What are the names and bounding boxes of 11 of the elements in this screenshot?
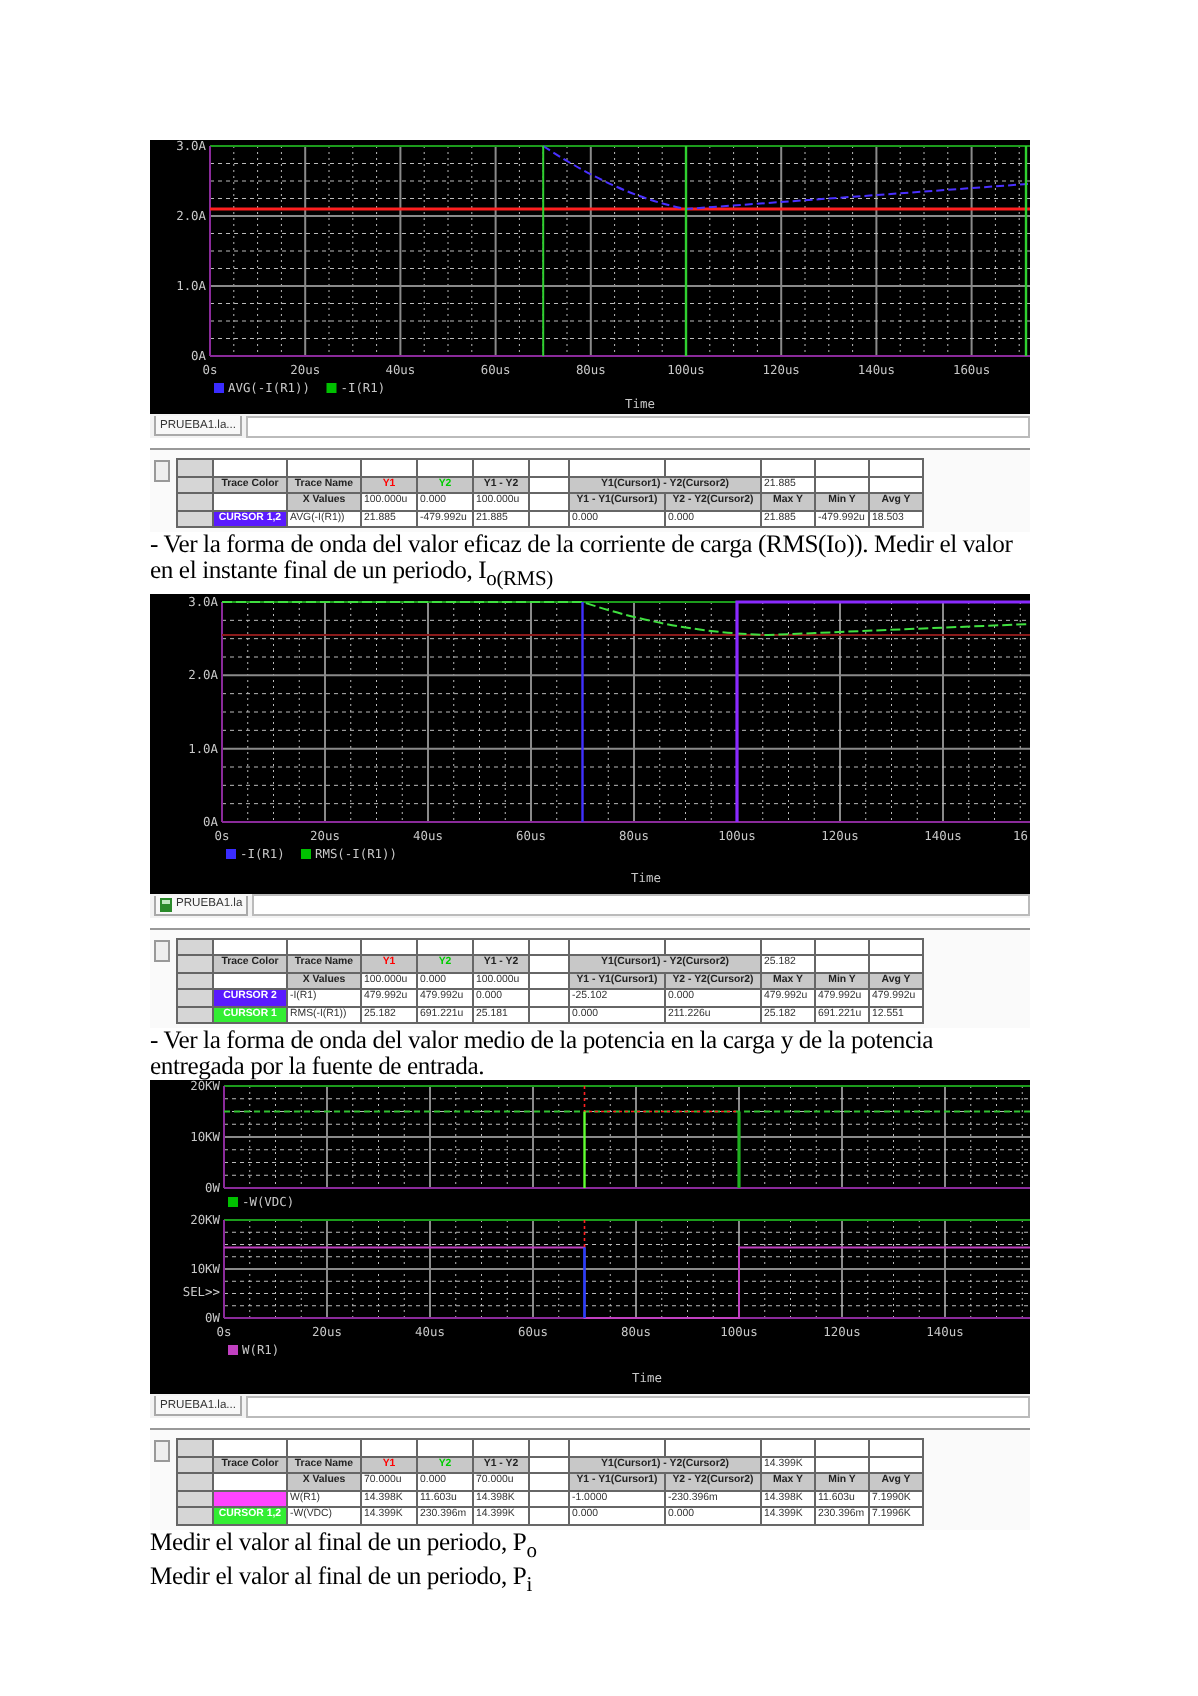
text-field[interactable] (246, 415, 1030, 437)
scroll-arrows-icon[interactable] (154, 460, 170, 482)
paragraph-text: Medir el valor al final de un periodo, P$_{o}$ (150, 1529, 539, 1565)
text-field[interactable] (246, 1395, 1030, 1418)
paragraph-text: - Ver la forma de onda del valor medio de la potencia en la carga y de la potencia entregada por la fuente de entrada. (150, 1028, 936, 1081)
paragraph-text: - Ver la forma de onda del valor eficaz de la corriente de carga (RMS(Io)). Medir el valor en el instante final de un periodo, I$_{o(RMS)}$ (150, 532, 1015, 594)
scroll-arrows-icon[interactable] (154, 1440, 170, 1463)
file-icon (160, 897, 172, 912)
text-field[interactable] (252, 894, 1030, 917)
scroll-arrows-icon[interactable] (154, 939, 170, 962)
paragraph-text: Medir el valor al final de un periodo, P$_{i}$ (150, 1564, 534, 1600)
